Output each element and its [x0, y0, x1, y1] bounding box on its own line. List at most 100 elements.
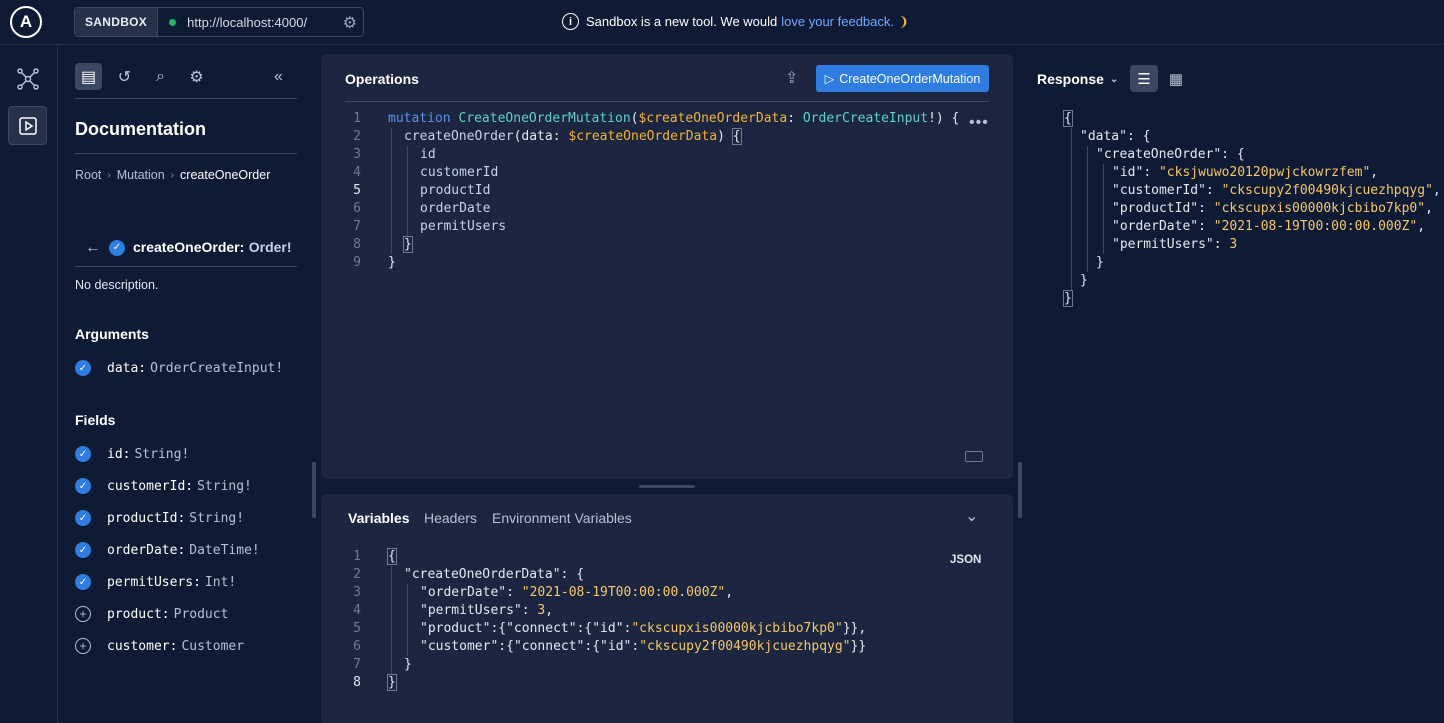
operation-name: CreateOneOrderMutation	[458, 111, 631, 126]
back-arrow-icon[interactable]: ←	[85, 239, 101, 257]
line-number: 4	[353, 603, 361, 618]
code-line-5: productId	[420, 183, 491, 198]
response-line-5: "customerId": "ckscupy2f00490kjcuezhpqyg…	[1112, 183, 1441, 198]
resize-handle-horizontal[interactable]	[639, 485, 695, 488]
checkmark-icon[interactable]: ✓	[75, 574, 91, 590]
response-line-10: }	[1080, 273, 1088, 288]
feedback-notice: i Sandbox is a new tool. We would love y…	[562, 13, 909, 30]
brace: {	[1063, 110, 1073, 127]
more-options-icon[interactable]: •••	[969, 114, 989, 132]
breadcrumb-mutation[interactable]: Mutation	[117, 168, 165, 182]
field-row-type[interactable]: String!	[134, 447, 189, 462]
double-chevron-left-icon[interactable]: «	[265, 63, 292, 90]
response-line-6: "productId": "ckscupxis00000kjcbibo7kp0"…	[1112, 201, 1433, 216]
left-rail	[0, 45, 58, 723]
field-row-type[interactable]: Int!	[205, 575, 236, 590]
gear-icon[interactable]: ⚙	[343, 13, 357, 33]
tab-variables[interactable]: Variables	[348, 510, 410, 526]
field-row-name: id:	[107, 446, 131, 462]
apollo-logo[interactable]: A	[10, 6, 42, 38]
run-operation-button[interactable]: ▷ CreateOneOrderMutation	[816, 65, 989, 92]
checkmark-icon[interactable]: ✓	[75, 510, 91, 526]
response-line-9: }	[1096, 255, 1104, 270]
breadcrumb-root[interactable]: Root	[75, 168, 101, 182]
connection-status-dot	[169, 18, 177, 26]
json-string: "ckscupy2f00490kjcuezhpqyg"	[1221, 183, 1433, 198]
field-row-name: permitUsers:	[107, 574, 201, 590]
field-row-name: customer:	[107, 638, 178, 654]
field-row-customer[interactable]: + customer: Customer	[75, 638, 244, 654]
response-dropdown[interactable]: Response ⌄	[1037, 71, 1118, 87]
line-number: 8	[353, 237, 361, 252]
argument-row[interactable]: ✓ data: OrderCreateInput!	[75, 360, 283, 376]
line-number: 2	[353, 567, 361, 582]
plus-circle-icon[interactable]: +	[75, 638, 91, 654]
json-key: "connect"	[513, 639, 585, 654]
json-key: "id"	[592, 621, 624, 636]
json-key: "customer"	[420, 639, 499, 654]
field-row-type[interactable]: Customer	[181, 639, 244, 654]
tab-environment-variables[interactable]: Environment Variables	[492, 510, 632, 526]
code-line-1: mutation CreateOneOrderMutation($createO…	[388, 110, 959, 128]
chevron-right-icon: ›	[170, 169, 175, 181]
table-view-icon[interactable]: ▦	[1162, 65, 1190, 92]
tab-headers[interactable]: Headers	[424, 510, 477, 526]
search-icon[interactable]: ⌕	[147, 63, 174, 90]
brace: }	[403, 236, 413, 253]
response-line-3: "createOneOrder": {	[1096, 147, 1245, 162]
indent-guide	[1071, 128, 1072, 290]
field-type[interactable]: Order!	[249, 239, 292, 255]
endpoint-url-input[interactable]: http://localhost:4000/	[187, 15, 307, 30]
gear-icon[interactable]: ⚙	[183, 63, 210, 90]
line-number: 4	[353, 165, 361, 180]
field-row-type[interactable]: String!	[189, 511, 244, 526]
feedback-link[interactable]: love your feedback.	[781, 14, 894, 29]
history-icon[interactable]: ↺	[111, 63, 138, 90]
field-row-customerid[interactable]: ✓ customerId: String!	[75, 478, 252, 494]
plus-circle-icon[interactable]: +	[75, 606, 91, 622]
response-line-4: "id": "cksjwuwo20120pwjckowrzfem",	[1112, 165, 1379, 180]
field-row-type[interactable]: Product	[174, 607, 229, 622]
play-icon: ▷	[824, 72, 835, 86]
json-key: "createOneOrder"	[1096, 147, 1222, 162]
resize-handle-left[interactable]	[312, 462, 316, 518]
ear-icon: ❩	[898, 13, 909, 29]
field-row-orderdate[interactable]: ✓ orderDate: DateTime!	[75, 542, 260, 558]
argument-type[interactable]: OrderCreateInput!	[150, 361, 283, 376]
checkmark-icon[interactable]: ✓	[75, 446, 91, 462]
operations-title: Operations	[345, 71, 419, 87]
code-line-8: }	[387, 674, 397, 692]
field-row-id[interactable]: ✓ id: String!	[75, 446, 189, 462]
chevron-double-down-icon[interactable]: ⌄	[965, 506, 978, 526]
json-view-icon[interactable]: ☰	[1130, 65, 1158, 92]
variables-panel: Variables Headers Environment Variables …	[321, 494, 1013, 723]
checkmark-icon[interactable]: ✓	[75, 542, 91, 558]
field-row-productid[interactable]: ✓ productId: String!	[75, 510, 244, 526]
argument-name: data:	[107, 360, 147, 376]
checkmark-icon[interactable]: ✓	[75, 478, 91, 494]
json-key: "data"	[1080, 129, 1127, 144]
json-string: "ckscupy2f00490kjcuezhpqyg"	[639, 639, 851, 654]
endpoint-box[interactable]: SANDBOX http://localhost:4000/ ⚙	[74, 7, 364, 37]
field-row-permitusers[interactable]: ✓ permitUsers: Int!	[75, 574, 236, 590]
document-icon[interactable]: ▤	[75, 63, 102, 90]
play-icon[interactable]	[8, 106, 47, 145]
indent-guide	[1087, 146, 1088, 272]
field-row-product[interactable]: + product: Product	[75, 606, 228, 622]
code-line-3: "orderDate": "2021-08-19T00:00:00.000Z",	[420, 585, 734, 600]
field-row-name: product:	[107, 606, 170, 622]
resize-handle-right[interactable]	[1018, 462, 1022, 518]
field-row-type[interactable]: String!	[197, 479, 252, 494]
graph-icon[interactable]	[8, 59, 47, 98]
keyboard-icon[interactable]	[965, 451, 983, 462]
breadcrumb-current: createOneOrder	[180, 168, 271, 182]
checkmark-icon[interactable]: ✓	[75, 360, 91, 376]
indent-guide	[391, 566, 392, 674]
json-key: "orderDate"	[420, 585, 507, 600]
field-row-type[interactable]: DateTime!	[189, 543, 259, 558]
json-key: "permitUsers"	[420, 603, 522, 618]
checkmark-icon[interactable]: ✓	[109, 239, 125, 256]
line-number: 5	[353, 621, 361, 636]
doc-toolbar: ▤ ↺ ⌕ ⚙ «	[75, 63, 297, 99]
share-icon[interactable]: ⇪	[785, 68, 798, 88]
